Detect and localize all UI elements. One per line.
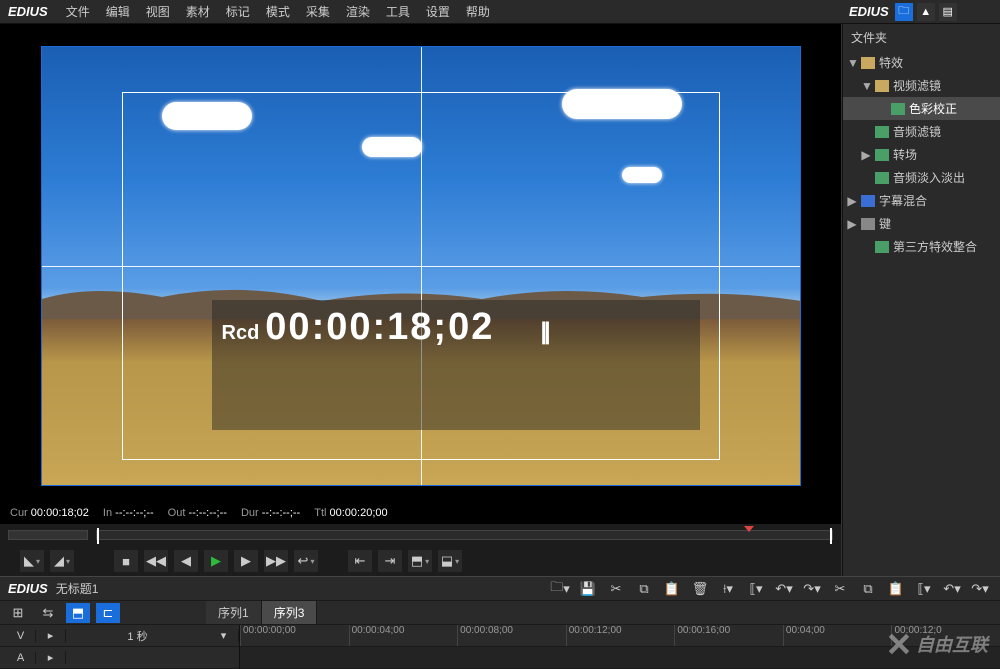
tl-ripple-button[interactable]: ⟦▾ <box>744 579 768 599</box>
video-frame: Rcd 00:00:18;02 || <box>41 46 801 486</box>
tree-item-video-filter[interactable]: ▼视频滤镜 <box>843 74 1000 97</box>
tl-undo-button[interactable]: ↶▾ <box>772 579 796 599</box>
effects-tree: ▼特效 ▼视频滤镜 色彩校正 音频滤镜 ▶转场 音频淡入淡出 ▶字幕混合 ▶键 … <box>843 51 1000 258</box>
next-frame-button[interactable]: ▶ <box>234 550 258 572</box>
goto-out-button[interactable]: ⇥ <box>378 550 402 572</box>
set-in-button[interactable]: ◣▾ <box>20 550 44 572</box>
tc-cur: 00:00:18;02 <box>31 507 89 519</box>
tree-item-third-party[interactable]: 第三方特效整合 <box>843 235 1000 258</box>
seq-tab-3[interactable]: 序列3 <box>262 601 318 624</box>
preview-viewport[interactable]: Rcd 00:00:18;02 || <box>0 24 841 502</box>
overwrite-button[interactable]: ⬓▾ <box>438 550 462 572</box>
tl-redo-button[interactable]: ↷▾ <box>800 579 824 599</box>
mode-trim-button[interactable]: ⇆ <box>36 603 60 623</box>
track-v-label[interactable]: V <box>6 630 36 642</box>
folder-icon[interactable]: 🗀 <box>895 3 913 21</box>
fast-forward-button[interactable]: ▶▶ <box>264 550 288 572</box>
scrub-track[interactable] <box>96 530 833 540</box>
menu-file[interactable]: 文件 <box>58 3 98 20</box>
rec-label: Rcd <box>222 322 260 345</box>
side-logo: EDIUS <box>849 4 889 19</box>
rewind-button[interactable]: ◀◀ <box>144 550 168 572</box>
menu-settings[interactable]: 设置 <box>418 3 458 20</box>
tl-copy2-button[interactable]: ⧉ <box>856 579 880 599</box>
tc-out-label: Out <box>168 507 186 519</box>
tc-in: --:--:--;-- <box>115 507 153 519</box>
tree-item-title-mix[interactable]: ▶字幕混合 <box>843 189 1000 212</box>
tc-dur: --:--:--;-- <box>262 507 300 519</box>
tc-out: --:--:--;-- <box>188 507 226 519</box>
timecode-bar: Cur 00:00:18;02 In --:--:--;-- Out --:--… <box>0 502 841 524</box>
track-headers: V ▸ 1 秒 ▾ A ▸ <box>0 625 240 669</box>
timeline-panel: EDIUS 无标题1 🗀▾ 💾 ✂ ⧉ 📋 🗑 ⟊▾ ⟦▾ ↶▾ ↷▾ ✂ ⧉ … <box>0 576 1000 669</box>
loop-button[interactable]: ↩▾ <box>294 550 318 572</box>
tl-paste-button[interactable]: 📋 <box>660 579 684 599</box>
effects-panel: EDIUS 🗀 ▲ ▤ 文件夹 ▼特效 ▼视频滤镜 色彩校正 音频滤镜 ▶转场 … <box>842 24 1000 576</box>
menu-edit[interactable]: 编辑 <box>98 3 138 20</box>
tl-split-button[interactable]: ⟊▾ <box>716 579 740 599</box>
tree-item-audio-filter[interactable]: 音频滤镜 <box>843 120 1000 143</box>
mode-normal-button[interactable]: ⊞ <box>6 603 30 623</box>
tree-item-color-correction[interactable]: 色彩校正 <box>843 97 1000 120</box>
scrub-bar[interactable] <box>0 524 841 546</box>
duration-field[interactable]: 1 秒 <box>66 628 209 644</box>
timeline-ruler[interactable]: 00:00:00;0000:00:04;0000:00:08;0000:00:1… <box>240 625 1000 647</box>
timeline-tracks[interactable]: 00:00:00;0000:00:04;0000:00:08;0000:00:1… <box>240 625 1000 669</box>
stop-button[interactable]: ■ <box>114 550 138 572</box>
track-a-label[interactable]: A <box>6 652 36 664</box>
scrub-zoom[interactable] <box>8 530 88 540</box>
tl-redo2-button[interactable]: ↷▾ <box>968 579 992 599</box>
side-panel-title: 文件夹 <box>843 24 1000 51</box>
sequence-tabs: 序列1 序列3 <box>206 601 317 624</box>
timeline-logo: EDIUS <box>0 581 56 596</box>
menu-mode[interactable]: 模式 <box>258 3 298 20</box>
seq-tab-1[interactable]: 序列1 <box>206 601 262 624</box>
set-out-button[interactable]: ◢▾ <box>50 550 74 572</box>
tl-cut-button[interactable]: ✂ <box>604 579 628 599</box>
rec-timecode: 00:00:18;02 <box>265 306 494 349</box>
up-icon[interactable]: ▲ <box>917 3 935 21</box>
list-icon[interactable]: ▤ <box>939 3 957 21</box>
tc-cur-label: Cur <box>10 507 28 519</box>
menu-capture[interactable]: 采集 <box>298 3 338 20</box>
mode-overwrite-button[interactable]: ⊏ <box>96 603 120 623</box>
menu-marker[interactable]: 标记 <box>218 3 258 20</box>
pause-indicator: || <box>540 318 547 346</box>
transport-bar: ◣▾ ◢▾ ■ ◀◀ ◀ ▶ ▶ ▶▶ ↩▾ ⇤ ⇥ ⬒▾ ⬓▾ <box>0 546 841 576</box>
menu-tools[interactable]: 工具 <box>378 3 418 20</box>
tl-save-button[interactable]: 💾 <box>576 579 600 599</box>
tl-group-button[interactable]: ⟦▾ <box>912 579 936 599</box>
tc-ttl-label: Ttl <box>314 507 326 519</box>
tl-copy-button[interactable]: ⧉ <box>632 579 656 599</box>
tl-cut2-button[interactable]: ✂ <box>828 579 852 599</box>
tl-undo2-button[interactable]: ↶▾ <box>940 579 964 599</box>
menu-view[interactable]: 视图 <box>138 3 178 20</box>
tl-delete-button[interactable]: 🗑 <box>688 579 712 599</box>
tl-open-button[interactable]: 🗀▾ <box>548 579 572 599</box>
app-logo: EDIUS <box>8 4 48 19</box>
menu-render[interactable]: 渲染 <box>338 3 378 20</box>
mode-insert-button[interactable]: ⬒ <box>66 603 90 623</box>
insert-button[interactable]: ⬒▾ <box>408 550 432 572</box>
tc-dur-label: Dur <box>241 507 259 519</box>
tc-in-label: In <box>103 507 112 519</box>
project-title: 无标题1 <box>56 580 99 597</box>
tc-ttl: 00:00:20;00 <box>330 507 388 519</box>
preview-panel: Rcd 00:00:18;02 || Cur 00:00:18;02 In --… <box>0 24 842 576</box>
tl-paste2-button[interactable]: 📋 <box>884 579 908 599</box>
tree-item-transition[interactable]: ▶转场 <box>843 143 1000 166</box>
side-toolbar: EDIUS 🗀 ▲ ▤ <box>843 0 1000 24</box>
timeline-toolbar: 🗀▾ 💾 ✂ ⧉ 📋 🗑 ⟊▾ ⟦▾ ↶▾ ↷▾ ✂ ⧉ 📋 ⟦▾ ↶▾ ↷▾ <box>548 579 1000 599</box>
track-row[interactable] <box>240 647 1000 669</box>
menu-help[interactable]: 帮助 <box>458 3 498 20</box>
tree-item-fx[interactable]: ▼特效 <box>843 51 1000 74</box>
rec-overlay: Rcd 00:00:18;02 || <box>212 300 700 430</box>
menu-clip[interactable]: 素材 <box>178 3 218 20</box>
tree-item-key[interactable]: ▶键 <box>843 212 1000 235</box>
prev-frame-button[interactable]: ◀ <box>174 550 198 572</box>
goto-in-button[interactable]: ⇤ <box>348 550 372 572</box>
play-button[interactable]: ▶ <box>204 550 228 572</box>
tree-item-audio-fade[interactable]: 音频淡入淡出 <box>843 166 1000 189</box>
